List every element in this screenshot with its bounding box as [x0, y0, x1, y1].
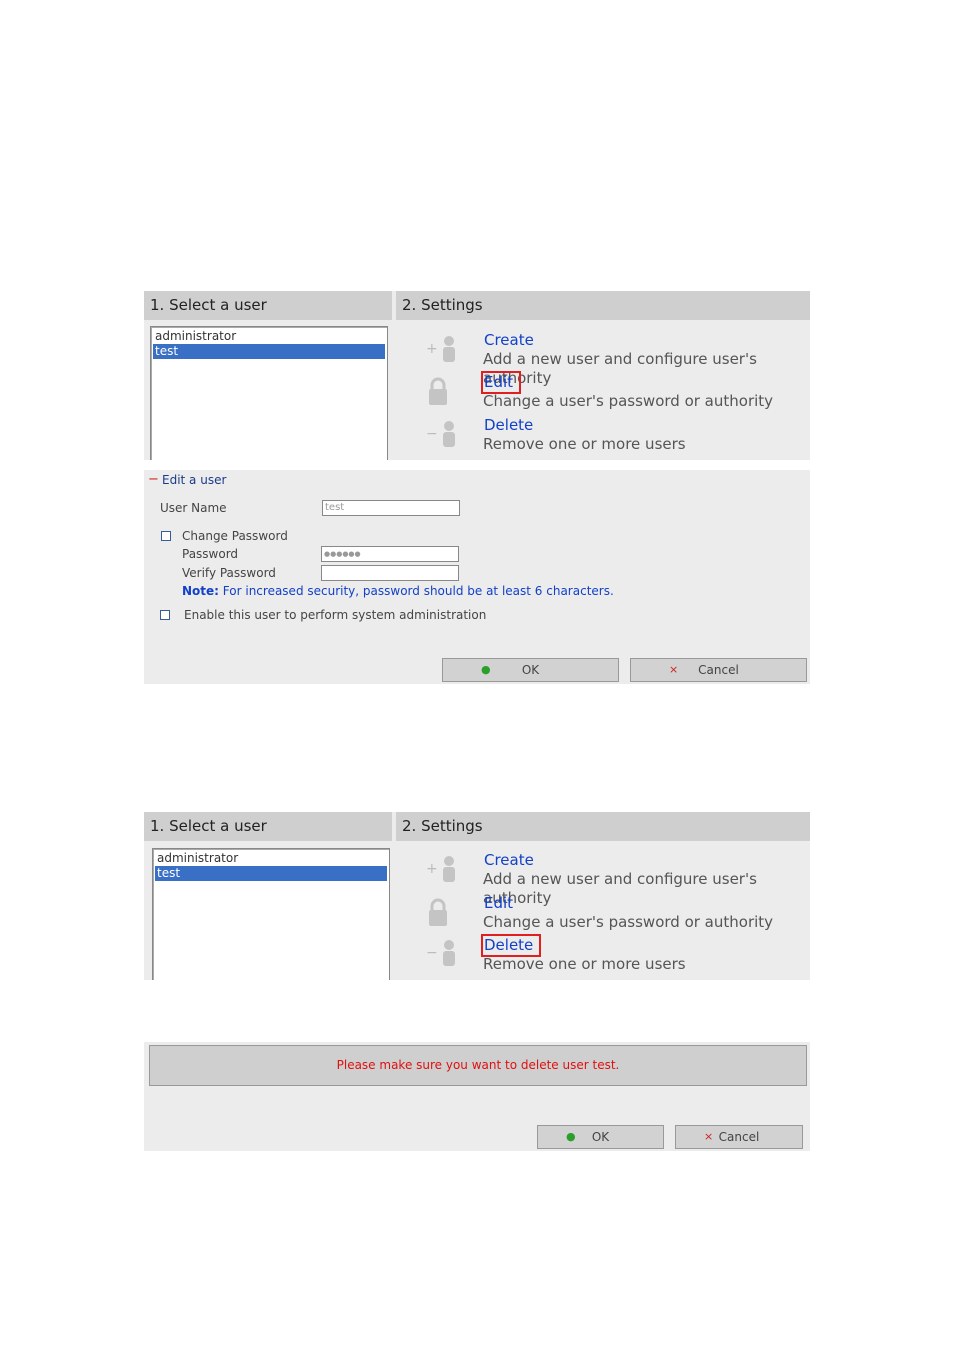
edit-link[interactable]: Edit [480, 371, 522, 394]
edit-user-form: − Edit a user User Name test Change Pass… [144, 470, 810, 684]
edit-description: Change a user's password or authority [483, 392, 774, 410]
delete-action[interactable]: Delete Remove one or more users [483, 416, 686, 454]
delete-description: Remove one or more users [483, 435, 686, 453]
delete-link[interactable]: Delete [480, 934, 542, 957]
user-item-test[interactable]: test [153, 344, 385, 359]
ok-button[interactable]: ● OK [442, 658, 619, 682]
password-label: Password [182, 547, 239, 561]
add-user-icon[interactable]: + [422, 334, 458, 364]
user-item-administrator[interactable]: administrator [155, 851, 387, 866]
edit-action[interactable]: Edit Change a user's password or authori… [483, 894, 773, 932]
delete-link[interactable]: Delete [483, 416, 534, 435]
user-item-administrator[interactable]: administrator [153, 329, 385, 344]
confirm-cancel-button[interactable]: × Cancel [675, 1125, 803, 1149]
create-link[interactable]: Create [483, 851, 535, 870]
user-manager-panel-2: 1. Select a user 2. Settings administrat… [144, 812, 810, 980]
create-link[interactable]: Create [483, 331, 535, 350]
ok-label: OK [591, 1130, 610, 1144]
admin-checkbox[interactable] [160, 610, 170, 620]
select-user-header: 1. Select a user [144, 812, 394, 841]
user-name-label: User Name [160, 501, 227, 515]
verify-password-input[interactable] [321, 565, 459, 581]
verify-password-label: Verify Password [182, 566, 276, 580]
edit-link[interactable]: Edit [483, 894, 514, 913]
svg-text:+: + [426, 341, 438, 357]
collapse-toggle-icon[interactable]: − [148, 472, 159, 487]
edit-form-title: Edit a user [162, 473, 227, 487]
cancel-label: Cancel [698, 663, 739, 677]
change-password-checkbox[interactable] [161, 531, 171, 541]
user-manager-panel-1: 1. Select a user 2. Settings administrat… [144, 291, 810, 460]
change-password-label: Change Password [182, 529, 288, 543]
user-list[interactable]: administrator test [152, 848, 390, 980]
svg-text:−: − [426, 426, 438, 442]
admin-label: Enable this user to perform system admin… [184, 608, 487, 622]
edit-description: Change a user's password or authority [483, 913, 774, 931]
cancel-button[interactable]: × Cancel [630, 658, 807, 682]
password-note: Note: For increased security, password s… [182, 584, 614, 598]
svg-text:−: − [426, 945, 438, 961]
settings-header: 2. Settings [396, 291, 810, 320]
remove-user-icon[interactable]: − [422, 419, 458, 449]
password-input[interactable]: ●●●●●● [321, 546, 459, 562]
user-list[interactable]: administrator test [150, 326, 388, 460]
select-user-header: 1. Select a user [144, 291, 394, 320]
edit-action[interactable]: Edit Change a user's password or authori… [480, 371, 774, 411]
remove-user-icon[interactable]: − [422, 938, 458, 968]
cancel-label: Cancel [718, 1130, 760, 1144]
add-user-icon[interactable]: + [422, 854, 458, 884]
user-name-input[interactable]: test [322, 500, 460, 516]
note-prefix: Note: [182, 584, 219, 598]
ok-label: OK [521, 663, 540, 677]
delete-description: Remove one or more users [483, 955, 686, 973]
lock-icon[interactable] [422, 377, 458, 407]
delete-confirm-dialog: Please make sure you want to delete user… [144, 1042, 810, 1151]
confirm-message: Please make sure you want to delete user… [149, 1045, 807, 1086]
lock-icon[interactable] [422, 898, 458, 928]
user-item-test[interactable]: test [155, 866, 387, 881]
confirm-ok-button[interactable]: ● OK [537, 1125, 664, 1149]
settings-header: 2. Settings [396, 812, 810, 841]
note-text: For increased security, password should … [222, 584, 614, 598]
svg-text:+: + [426, 861, 438, 877]
delete-action[interactable]: Delete Remove one or more users [480, 934, 686, 974]
